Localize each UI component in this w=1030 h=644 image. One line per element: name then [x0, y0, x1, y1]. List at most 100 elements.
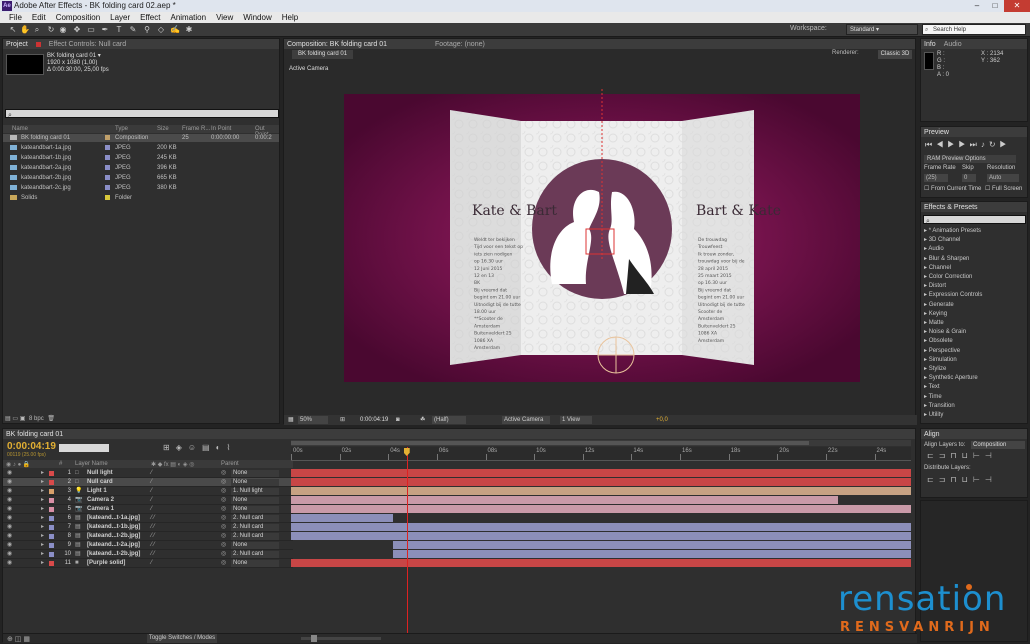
col-frame-rate[interactable]: Frame R...: [182, 126, 210, 132]
tab-preview[interactable]: Preview: [924, 129, 949, 136]
timeline-layer-row[interactable]: ◉ ▸ 7 ▤ [kateand...t-1b.jpg] ⁄ ⁄ ◎ 2. Null card: [3, 523, 293, 532]
type-tool-icon[interactable]: T: [114, 25, 124, 35]
col-layer-name[interactable]: Layer Name: [75, 461, 108, 467]
timeline-layer-row[interactable]: ◉ ▸ 6 ▤ [kateand...t-1a.jpg] ⁄ ⁄ ◎ 2. Null card: [3, 514, 293, 523]
puppet-tool-icon[interactable]: ✱: [184, 25, 194, 35]
pick-whip-icon[interactable]: ◎: [221, 478, 226, 487]
effect-category-item[interactable]: ▸ Time: [924, 393, 942, 402]
interpret-footage-icon[interactable]: ▤: [5, 416, 11, 422]
effect-category-item[interactable]: ▸ Utility: [924, 411, 943, 420]
col-parent[interactable]: Parent: [221, 461, 239, 467]
pick-whip-icon[interactable]: ◎: [221, 532, 226, 541]
pan-behind-tool-icon[interactable]: ✥: [72, 25, 82, 35]
pen-tool-icon[interactable]: ✒: [100, 25, 110, 35]
menu-view[interactable]: View: [211, 12, 238, 23]
effect-category-item[interactable]: ▸ Stylize: [924, 365, 946, 374]
layer-switch-icons[interactable]: ⁄: [151, 496, 152, 505]
layer-switch-icons[interactable]: ⁄ ⁄: [151, 514, 155, 523]
project-item[interactable]: Solids Folder: [3, 194, 279, 202]
layer-name[interactable]: [Purple solid]: [87, 559, 125, 568]
zoom-tool-icon[interactable]: ⌕: [32, 25, 42, 35]
effect-category-item[interactable]: ▸ Distort: [924, 282, 946, 291]
parent-select[interactable]: None: [231, 560, 279, 567]
views-select[interactable]: 1 View: [560, 416, 592, 424]
expand-arrow-icon[interactable]: ▸: [41, 550, 44, 559]
snapshot-icon[interactable]: ◙: [396, 415, 400, 425]
prev-frame-icon[interactable]: ◀: [936, 140, 947, 149]
expand-arrow-icon[interactable]: ▸: [41, 514, 44, 523]
effect-category-item[interactable]: ▸ Text: [924, 383, 940, 392]
project-search-input[interactable]: ⌕: [5, 109, 279, 119]
effect-category-item[interactable]: ▸ Obsolete: [924, 337, 953, 346]
menu-file[interactable]: File: [4, 12, 27, 23]
comp-timecode[interactable]: 0:00:04:19: [360, 415, 388, 425]
layer-duration-bar[interactable]: [291, 523, 911, 531]
parent-select[interactable]: None: [231, 479, 279, 486]
parent-select[interactable]: 2. Null card: [231, 533, 279, 540]
pick-whip-icon[interactable]: ◎: [221, 550, 226, 559]
menu-window[interactable]: Window: [238, 12, 276, 23]
layer-switch-icons[interactable]: ⁄: [151, 559, 152, 568]
layer-duration-bar[interactable]: [291, 532, 911, 540]
full-screen-checkbox[interactable]: ☐ Full Screen: [985, 185, 1022, 192]
channel-icon[interactable]: ☘: [420, 415, 425, 425]
layer-duration-bar[interactable]: [291, 505, 911, 513]
layer-name[interactable]: Camera 1: [87, 505, 114, 514]
project-item[interactable]: kateandbart-1b.jpg JPEG 245 KB: [3, 154, 279, 162]
layer-switch-icons[interactable]: ⁄: [151, 505, 152, 514]
tab-effect-controls[interactable]: Effect Controls: Null card: [49, 41, 126, 48]
layer-duration-bar[interactable]: [393, 541, 911, 549]
layer-duration-bar[interactable]: [291, 514, 394, 522]
parent-select[interactable]: 1. Null light: [231, 488, 279, 495]
parent-select[interactable]: None: [231, 506, 279, 513]
menu-animation[interactable]: Animation: [165, 12, 211, 23]
layer-duration-bar[interactable]: [291, 487, 911, 495]
label-color-swatch[interactable]: [105, 165, 110, 170]
label-color-swatch[interactable]: [49, 543, 54, 548]
effect-category-item[interactable]: ▸ Channel: [924, 264, 951, 273]
parent-select[interactable]: None: [231, 542, 279, 549]
expand-arrow-icon[interactable]: ▸: [41, 523, 44, 532]
zoom-slider[interactable]: [301, 635, 381, 642]
layer-duration-bar[interactable]: [291, 469, 911, 477]
label-color-swatch[interactable]: [49, 525, 54, 530]
rotate-tool-icon[interactable]: ↻: [46, 25, 56, 35]
col-size[interactable]: Size: [157, 126, 169, 132]
layer-switch-icons[interactable]: ⁄ ⁄: [151, 532, 155, 541]
label-color-swatch[interactable]: [105, 145, 110, 150]
timeline-layer-row[interactable]: ◉ ▸ 10 ▤ [kateand...t-2b.jpg] ⁄ ⁄ ◎ 2. Null car…: [3, 550, 293, 559]
timeline-layer-row[interactable]: ◉ ▸ 8 ▤ [kateand...t-2b.jpg] ⁄ ⁄ ◎ 2. Null card: [3, 532, 293, 541]
timeline-footer-icons[interactable]: ⊕ ◫ ▦: [7, 635, 30, 643]
roto-brush-tool-icon[interactable]: ✍: [170, 25, 180, 35]
parent-select[interactable]: None: [231, 470, 279, 477]
last-frame-icon[interactable]: ⏭: [970, 140, 981, 149]
layer-name[interactable]: Null card: [87, 478, 113, 487]
visibility-eye-icon[interactable]: ◉: [7, 505, 12, 514]
pick-whip-icon[interactable]: ◎: [221, 541, 226, 550]
maximize-button[interactable]: □: [986, 0, 1004, 12]
new-folder-icon[interactable]: ▭: [12, 416, 18, 422]
menu-edit[interactable]: Edit: [27, 12, 51, 23]
expand-arrow-icon[interactable]: ▸: [41, 469, 44, 478]
visibility-eye-icon[interactable]: ◉: [7, 532, 12, 541]
tab-timeline[interactable]: BK folding card 01: [6, 431, 63, 438]
effect-category-item[interactable]: ▸ Noise & Grain: [924, 328, 966, 337]
layer-duration-bar[interactable]: [291, 478, 911, 486]
label-color-swatch[interactable]: [105, 155, 110, 160]
effect-category-item[interactable]: ▸ Synthetic Aperture: [924, 374, 978, 383]
comp-viewer[interactable]: Kate & Bart Bart & Kate Weldt ter bekijk…: [284, 89, 917, 419]
layer-switch-icons[interactable]: ⁄ ⁄: [151, 523, 155, 532]
visibility-eye-icon[interactable]: ◉: [7, 496, 12, 505]
layer-name[interactable]: Null light: [87, 469, 113, 478]
layer-duration-bar[interactable]: [393, 550, 911, 558]
exposure-value[interactable]: +0,0: [656, 415, 668, 425]
search-help-input[interactable]: ⌕ Search Help: [922, 24, 1026, 35]
expand-arrow-icon[interactable]: ▸: [41, 487, 44, 496]
expand-arrow-icon[interactable]: ▸: [41, 559, 44, 568]
label-color-swatch[interactable]: [49, 498, 54, 503]
effect-category-item[interactable]: ▸ Blur & Sharpen: [924, 255, 969, 264]
col-name[interactable]: Name: [12, 126, 28, 132]
project-item[interactable]: kateandbart-2b.jpg JPEG 665 KB: [3, 174, 279, 182]
visibility-eye-icon[interactable]: ◉: [7, 523, 12, 532]
effect-category-item[interactable]: ▸ Audio: [924, 245, 944, 254]
